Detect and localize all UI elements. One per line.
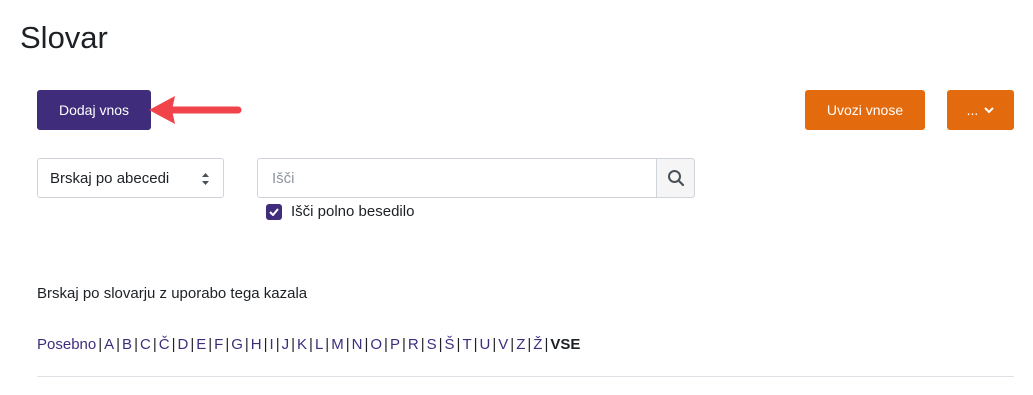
index-separator: | bbox=[345, 336, 350, 353]
annotation-arrow-icon bbox=[149, 96, 242, 124]
index-letter-link[interactable]: J bbox=[282, 336, 290, 353]
index-letter-link[interactable]: B bbox=[122, 336, 132, 353]
index-separator: | bbox=[510, 336, 515, 353]
index-separator: | bbox=[291, 336, 296, 353]
index-letter-link[interactable]: T bbox=[462, 336, 471, 353]
index-letter-link[interactable]: C bbox=[140, 336, 151, 353]
index-separator: | bbox=[98, 336, 103, 353]
index-letter-link[interactable]: D bbox=[177, 336, 188, 353]
browse-mode-value: Brskaj po abecedi bbox=[50, 169, 170, 187]
index-letter-link[interactable]: R bbox=[408, 336, 419, 353]
index-separator: | bbox=[364, 336, 369, 353]
search-bar bbox=[257, 158, 695, 198]
page-title: Slovar bbox=[20, 20, 108, 55]
index-letter-link[interactable]: A bbox=[104, 336, 114, 353]
index-letter-link[interactable]: N bbox=[352, 336, 363, 353]
index-letter-link[interactable]: Č bbox=[159, 336, 170, 353]
index-letter-link[interactable]: O bbox=[370, 336, 382, 353]
index-letter-link[interactable]: H bbox=[251, 336, 262, 353]
index-separator: | bbox=[456, 336, 461, 353]
index-letter-link[interactable]: P bbox=[390, 336, 400, 353]
add-entry-button[interactable]: Dodaj vnos bbox=[37, 90, 151, 130]
index-separator: | bbox=[527, 336, 532, 353]
index-separator: | bbox=[401, 336, 406, 353]
index-separator: | bbox=[171, 336, 176, 353]
index-separator: | bbox=[309, 336, 313, 353]
add-entry-label: Dodaj vnos bbox=[58, 102, 130, 118]
chevron-down-icon bbox=[984, 106, 995, 114]
browse-mode-select[interactable]: Brskaj po abecedi bbox=[37, 158, 224, 198]
index-letter-link[interactable]: E bbox=[196, 336, 206, 353]
divider bbox=[37, 376, 1014, 377]
more-actions-button[interactable]: ... bbox=[947, 90, 1014, 130]
index-separator: | bbox=[325, 336, 330, 353]
index-separator: | bbox=[244, 336, 249, 353]
alphabet-index: Posebno | A | B | C | Č | D | E | F | G | H | I | J | K | L | M | N | O |… bbox=[37, 336, 580, 353]
import-entries-button[interactable]: Uvozi vnose bbox=[805, 90, 925, 130]
fulltext-search-option[interactable]: Išči polno besedilo bbox=[266, 203, 414, 220]
index-separator: | bbox=[190, 336, 195, 353]
index-letter-link[interactable]: U bbox=[480, 336, 491, 353]
index-letter-link[interactable]: Z bbox=[516, 336, 525, 353]
index-separator: | bbox=[275, 336, 280, 353]
index-separator: | bbox=[544, 336, 549, 353]
index-all-current: VSE bbox=[550, 336, 581, 353]
index-separator: | bbox=[492, 336, 497, 353]
index-letter-link[interactable]: G bbox=[231, 336, 243, 353]
index-separator: | bbox=[134, 336, 138, 353]
index-separator: | bbox=[152, 336, 157, 353]
index-separator: | bbox=[208, 336, 213, 353]
index-separator: | bbox=[225, 336, 230, 353]
index-separator: | bbox=[420, 336, 425, 353]
index-letter-link[interactable]: L bbox=[315, 336, 323, 353]
search-button[interactable] bbox=[656, 158, 695, 198]
index-separator: | bbox=[263, 336, 268, 353]
index-intro: Brskaj po slovarju z uporabo tega kazala bbox=[37, 285, 308, 302]
index-letter-link[interactable]: Ž bbox=[533, 336, 542, 353]
index-separator: | bbox=[473, 336, 478, 353]
search-input[interactable] bbox=[257, 158, 656, 198]
import-entries-label: Uvozi vnose bbox=[826, 102, 904, 118]
index-letter-link[interactable]: K bbox=[297, 336, 307, 353]
index-letter-link[interactable]: V bbox=[498, 336, 508, 353]
index-separator: | bbox=[384, 336, 388, 353]
index-letter-link[interactable]: M bbox=[331, 336, 344, 353]
index-letter-link[interactable]: S bbox=[427, 336, 437, 353]
check-icon bbox=[269, 207, 279, 216]
index-letter-link[interactable]: F bbox=[214, 336, 223, 353]
index-letter-link[interactable]: Posebno bbox=[37, 336, 96, 353]
index-letter-link[interactable]: Š bbox=[445, 336, 455, 353]
index-separator: | bbox=[116, 336, 121, 353]
fulltext-checkbox[interactable] bbox=[266, 203, 282, 220]
search-icon bbox=[667, 170, 684, 187]
index-separator: | bbox=[438, 336, 443, 353]
more-actions-label: ... bbox=[966, 102, 979, 118]
sort-updown-icon bbox=[201, 171, 210, 187]
index-letter-link[interactable]: I bbox=[270, 336, 274, 353]
fulltext-label: Išči polno besedilo bbox=[291, 203, 415, 220]
